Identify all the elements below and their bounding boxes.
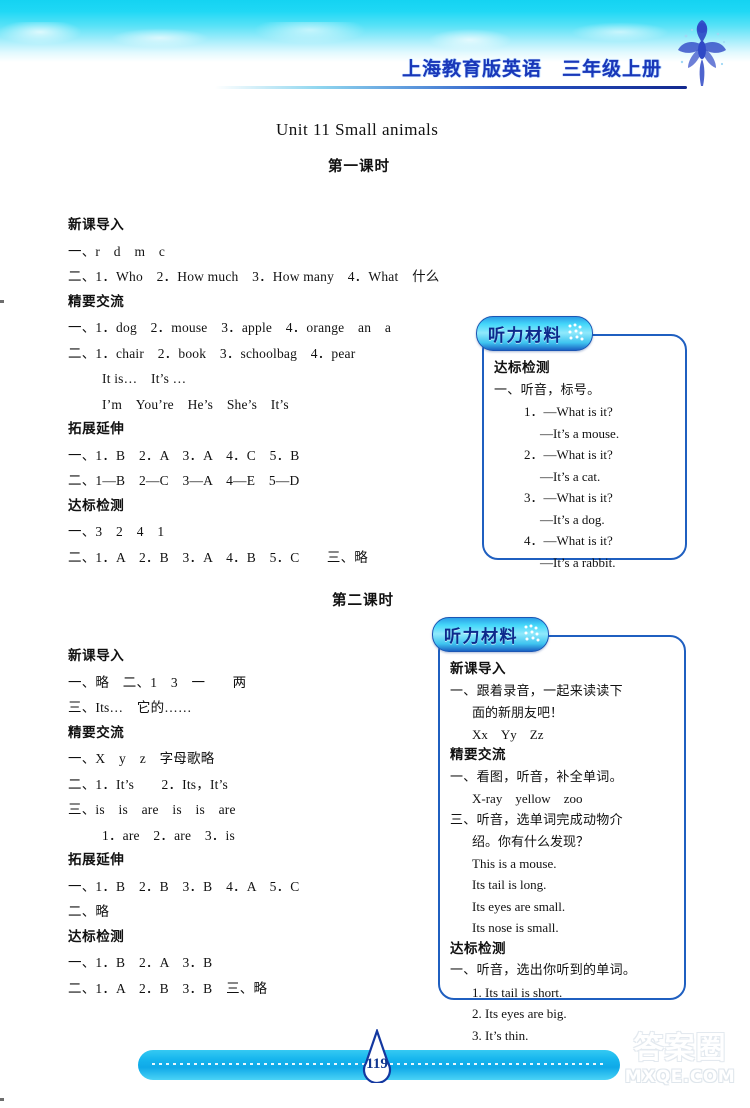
period-one-answers: 新课导入一、r d m c 二、1．Who 2．How much 3．How ma… [68, 213, 468, 570]
period-two-answers: 新课导入一、略 二、1 3 一 两三、Its… 它的…… 精要交流一、X y z … [68, 644, 468, 1001]
answer-line: 1．are 2．are 3．is [102, 827, 235, 843]
listening-material-box-1: 听力材料 达标检测一、听音，标号。 1．—What is it? —It’s a m… [476, 316, 687, 570]
watermark-cn-text: 答案圈 [633, 1031, 727, 1066]
header-title: 上海教育版英语 三年级上册 [401, 58, 662, 80]
listening-line: 面的新朋友吧！ [472, 705, 564, 720]
listening-line: 三、听音，选单词完成动物介 [450, 812, 623, 828]
listening-section-heading: 达标检测 [494, 360, 550, 376]
answer-section-heading: 达标检测 [68, 928, 125, 945]
page-number: 119 [366, 1056, 388, 1072]
listening-line: 一、看图，听音，补全单词。 [450, 769, 623, 785]
answer-line: 三、is is are is is are [68, 802, 236, 817]
listening-line: —It’s a mouse. [540, 425, 620, 441]
listening-section-heading: 精要交流 [450, 747, 506, 763]
listening-material-tab-label: 听力材料 [444, 627, 518, 647]
listening-line: This is a mouse. [472, 855, 557, 871]
listening-line: 1. Its tail is short. [472, 984, 563, 1000]
listening-material-tab: 听力材料 [476, 316, 593, 351]
dots-decoration-icon [568, 323, 584, 341]
answer-section-heading: 新课导入 [68, 217, 125, 233]
answer-section-heading: 拓展延伸 [68, 852, 125, 868]
watermark: 答案圈 MXQE.COM [614, 1032, 746, 1104]
answer-line: 二、1．Who 2．How much 3．How many 4．What 什么 [68, 269, 440, 284]
listening-line: X-ray yellow zoo [472, 791, 583, 806]
header-cyan-wash [0, 0, 750, 62]
period-one-heading: 第一课时 [328, 159, 390, 175]
listening-material-tab: 听力材料 [432, 617, 549, 652]
answer-line: 二、1．A 2．B 3．A 4．B 5．C 三、略 [68, 549, 368, 565]
answer-line: 三、Its… 它的…… [68, 700, 192, 715]
listening-line: 3．—What is it? [524, 490, 613, 505]
listening-line: 2. Its eyes are big. [472, 1006, 567, 1021]
answer-line: 一、1．B 2．B 3．B 4．A 5．C [68, 878, 300, 894]
answer-section-heading: 精要交流 [68, 724, 125, 741]
fairy-icon [678, 20, 726, 86]
answer-line: 一、r d m c [68, 243, 166, 259]
listening-line: 1．—What is it? [524, 404, 613, 419]
answer-line: 一、1．dog 2．mouse 3．apple 4．orange an a [68, 320, 392, 335]
listening-line: Its eyes are small. [472, 898, 566, 914]
listening-line: 一、听音，选出你听到的单词。 [450, 963, 637, 978]
listening-line: 一、跟着录音，一起来读读下 [450, 683, 623, 699]
answer-section-heading: 达标检测 [68, 497, 125, 514]
answer-line: I’m You’re He’s She’s It’s [102, 396, 289, 412]
listening-material-tab-label: 听力材料 [488, 326, 562, 346]
answer-line: It is… It’s … [102, 371, 187, 386]
listening-line: —It’s a cat. [540, 468, 601, 484]
answer-line: 一、1．B 2．A 3．A 4．C 5．B [68, 447, 300, 463]
answer-line: 一、1．B 2．A 3．B [68, 955, 213, 970]
answer-section-heading: 拓展延伸 [68, 421, 125, 437]
listening-material-body-1: 达标检测一、听音，标号。 1．—What is it? —It’s a mouse.… [484, 336, 685, 581]
listening-line: 绍。你有什么发现？ [472, 834, 590, 849]
period-two-heading: 第二课时 [332, 593, 394, 609]
listening-material-box-2: 听力材料 新课导入一、跟着录音，一起来读读下面的新朋友吧！ Xx Yy Zz 精要交… [432, 617, 686, 1043]
answer-line: 二、1．A 2．B 3．B 三、略 [68, 980, 268, 996]
page-header: 上海教育版英语 三年级上册 [0, 0, 750, 100]
answer-line: 二、1．chair 2．book 3．schoolbag 4．pear [68, 345, 356, 361]
listening-material-body-2: 新课导入一、跟着录音，一起来读读下面的新朋友吧！ Xx Yy Zz 精要交流一、看图… [440, 637, 684, 1054]
answer-line: 一、略 二、1 3 一 两 [68, 674, 247, 690]
listening-section-heading: 达标检测 [450, 940, 506, 957]
answer-line: 二、1—B 2—C 3—A 4—E 5—D [68, 473, 300, 488]
listening-line: 4．—What is it? [524, 533, 613, 548]
header-rule-line [215, 86, 687, 89]
listening-line: Its nose is small. [472, 920, 559, 935]
listening-line: 2．—What is it? [524, 447, 613, 462]
answer-line: 二、略 [68, 904, 110, 919]
listening-line: 一、听音，标号。 [494, 382, 601, 398]
listening-line: Xx Yy Zz [472, 726, 544, 742]
listening-line: Its tail is long. [472, 877, 547, 892]
listening-line: —It’s a dog. [540, 511, 605, 527]
answer-line: 一、3 2 4 1 [68, 524, 165, 539]
scan-edge-mark [0, 300, 4, 303]
answer-section-heading: 精要交流 [68, 293, 125, 310]
page-title: Unit 11 Small animals [276, 120, 439, 139]
scan-edge-mark [0, 1098, 4, 1101]
listening-line: —It’s a rabbit. [540, 554, 616, 570]
answer-line: 二、1．It’s 2．Its，It’s [68, 776, 229, 792]
answer-section-heading: 新课导入 [68, 648, 125, 664]
listening-section-heading: 新课导入 [450, 661, 506, 677]
dots-decoration-icon [524, 624, 540, 642]
watermark-en-text: MXQE.COM [624, 1067, 736, 1087]
answer-line: 一、X y z 字母歌略 [68, 751, 215, 766]
